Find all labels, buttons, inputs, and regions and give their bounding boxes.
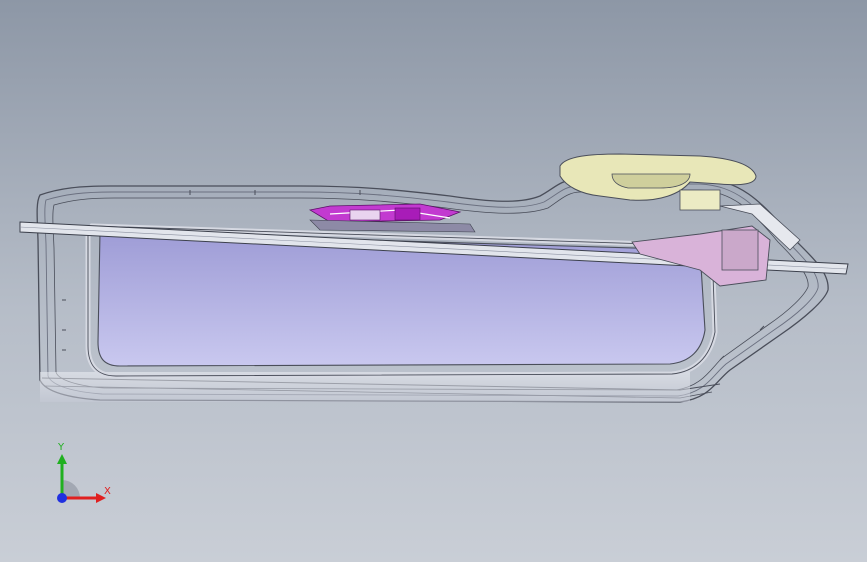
cad-model-view[interactable] bbox=[0, 0, 867, 562]
door-handle bbox=[559, 153, 757, 211]
z-axis-dot bbox=[57, 493, 67, 503]
y-axis-label: Y bbox=[58, 442, 65, 453]
x-axis-label: X bbox=[104, 486, 111, 497]
coordinate-triad: Y X bbox=[40, 440, 120, 520]
triad-svg bbox=[57, 454, 106, 503]
graphics-viewport[interactable]: Y X bbox=[0, 0, 867, 562]
y-axis-head bbox=[57, 454, 67, 464]
